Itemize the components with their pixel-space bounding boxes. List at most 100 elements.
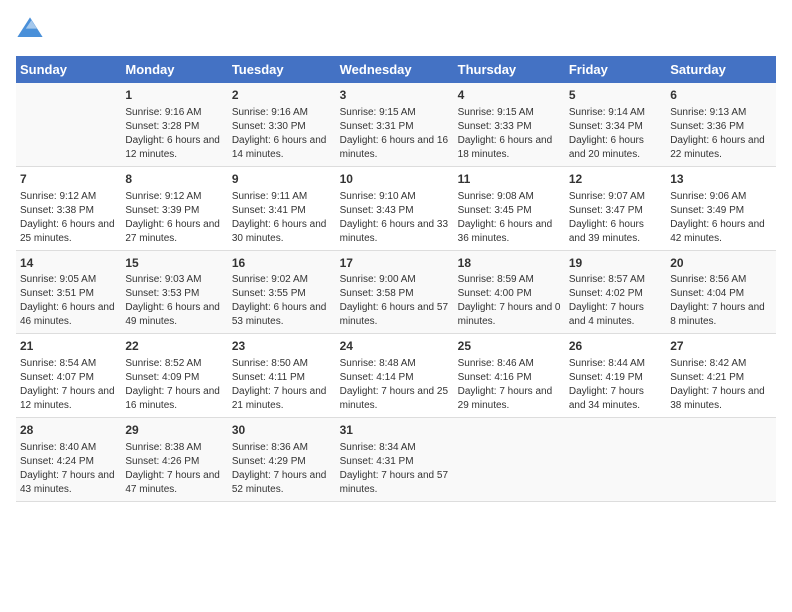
calendar-cell: 20Sunrise: 8:56 AMSunset: 4:04 PMDayligh… — [666, 250, 776, 334]
day-number: 18 — [458, 255, 561, 272]
weekday-header: Thursday — [454, 56, 565, 83]
weekday-header: Sunday — [16, 56, 121, 83]
calendar-cell: 13 Sunrise: 9:06 AMSunset: 3:49 PMDayligh… — [666, 166, 776, 250]
day-info: Sunrise: 9:12 AMSunset: 3:38 PMDaylight:… — [20, 190, 117, 246]
day-info: Sunrise: 9:12 AMSunset: 3:39 PMDaylight:… — [125, 190, 223, 246]
day-number: 2 — [232, 87, 332, 104]
day-info: Sunrise: 9:15 AMSunset: 3:31 PMDaylight:… — [340, 106, 450, 162]
day-info: Sunrise: 9:15 AMSunset: 3:33 PMDaylight:… — [458, 106, 561, 162]
calendar-week-row: 7 Sunrise: 9:12 AMSunset: 3:38 PMDaylight… — [16, 166, 776, 250]
day-number: 30 — [232, 422, 332, 439]
calendar-cell: 25 Sunrise: 8:46 AMSunset: 4:16 PMDayligh… — [454, 334, 565, 418]
calendar-cell: 12 Sunrise: 9:07 AMSunset: 3:47 PMDayligh… — [565, 166, 666, 250]
day-number: 4 — [458, 87, 561, 104]
logo-icon — [16, 16, 44, 44]
calendar-cell: 16Sunrise: 9:02 AMSunset: 3:55 PMDayligh… — [228, 250, 336, 334]
calendar-table: SundayMondayTuesdayWednesdayThursdayFrid… — [16, 56, 776, 502]
calendar-cell: 24 Sunrise: 8:48 AMSunset: 4:14 PMDayligh… — [336, 334, 454, 418]
calendar-cell: 9 Sunrise: 9:11 AMSunset: 3:41 PMDaylight… — [228, 166, 336, 250]
day-info: Sunrise: 8:44 AMSunset: 4:19 PMDaylight:… — [569, 357, 662, 413]
weekday-header: Tuesday — [228, 56, 336, 83]
calendar-header-row: SundayMondayTuesdayWednesdayThursdayFrid… — [16, 56, 776, 83]
day-number: 17 — [340, 255, 450, 272]
day-number: 7 — [20, 171, 117, 188]
day-number: 8 — [125, 171, 223, 188]
calendar-cell: 1 Sunrise: 9:16 AMSunset: 3:28 PMDaylight… — [121, 83, 227, 166]
weekday-header: Wednesday — [336, 56, 454, 83]
day-info: Sunrise: 8:57 AMSunset: 4:02 PMDaylight:… — [569, 273, 662, 329]
day-info: Sunrise: 9:00 AMSunset: 3:58 PMDaylight:… — [340, 273, 450, 329]
calendar-cell: 4 Sunrise: 9:15 AMSunset: 3:33 PMDaylight… — [454, 83, 565, 166]
day-number: 5 — [569, 87, 662, 104]
day-number: 6 — [670, 87, 772, 104]
day-info: Sunrise: 9:11 AMSunset: 3:41 PMDaylight:… — [232, 190, 332, 246]
day-number: 27 — [670, 338, 772, 355]
day-info: Sunrise: 9:10 AMSunset: 3:43 PMDaylight:… — [340, 190, 450, 246]
day-number: 20 — [670, 255, 772, 272]
day-number: 9 — [232, 171, 332, 188]
day-info: Sunrise: 9:16 AMSunset: 3:28 PMDaylight:… — [125, 106, 223, 162]
day-info: Sunrise: 9:13 AMSunset: 3:36 PMDaylight:… — [670, 106, 772, 162]
calendar-week-row: 28Sunrise: 8:40 AMSunset: 4:24 PMDayligh… — [16, 418, 776, 502]
calendar-cell — [666, 418, 776, 502]
calendar-cell: 6 Sunrise: 9:13 AMSunset: 3:36 PMDaylight… — [666, 83, 776, 166]
day-info: Sunrise: 8:42 AMSunset: 4:21 PMDaylight:… — [670, 357, 772, 413]
day-info: Sunrise: 8:50 AMSunset: 4:11 PMDaylight:… — [232, 357, 332, 413]
day-number: 1 — [125, 87, 223, 104]
calendar-cell: 23Sunrise: 8:50 AMSunset: 4:11 PMDayligh… — [228, 334, 336, 418]
calendar-cell — [16, 83, 121, 166]
day-number: 15 — [125, 255, 223, 272]
day-number: 21 — [20, 338, 117, 355]
day-info: Sunrise: 8:59 AMSunset: 4:00 PMDaylight:… — [458, 273, 561, 329]
weekday-header: Monday — [121, 56, 227, 83]
calendar-cell: 26 Sunrise: 8:44 AMSunset: 4:19 PMDayligh… — [565, 334, 666, 418]
calendar-cell: 22 Sunrise: 8:52 AMSunset: 4:09 PMDayligh… — [121, 334, 227, 418]
day-info: Sunrise: 9:03 AMSunset: 3:53 PMDaylight:… — [125, 273, 223, 329]
calendar-cell: 8 Sunrise: 9:12 AMSunset: 3:39 PMDaylight… — [121, 166, 227, 250]
day-number: 24 — [340, 338, 450, 355]
calendar-cell: 14Sunrise: 9:05 AMSunset: 3:51 PMDayligh… — [16, 250, 121, 334]
day-number: 19 — [569, 255, 662, 272]
calendar-cell: 30 Sunrise: 8:36 AMSunset: 4:29 PMDayligh… — [228, 418, 336, 502]
calendar-cell: 7 Sunrise: 9:12 AMSunset: 3:38 PMDaylight… — [16, 166, 121, 250]
day-number: 11 — [458, 171, 561, 188]
weekday-header: Friday — [565, 56, 666, 83]
day-number: 10 — [340, 171, 450, 188]
day-info: Sunrise: 8:34 AMSunset: 4:31 PMDaylight:… — [340, 441, 450, 497]
logo — [16, 16, 50, 44]
day-info: Sunrise: 8:48 AMSunset: 4:14 PMDaylight:… — [340, 357, 450, 413]
day-info: Sunrise: 9:02 AMSunset: 3:55 PMDaylight:… — [232, 273, 332, 329]
calendar-cell: 28Sunrise: 8:40 AMSunset: 4:24 PMDayligh… — [16, 418, 121, 502]
day-info: Sunrise: 8:36 AMSunset: 4:29 PMDaylight:… — [232, 441, 332, 497]
day-info: Sunrise: 9:07 AMSunset: 3:47 PMDaylight:… — [569, 190, 662, 246]
day-number: 13 — [670, 171, 772, 188]
day-info: Sunrise: 8:52 AMSunset: 4:09 PMDaylight:… — [125, 357, 223, 413]
day-info: Sunrise: 8:38 AMSunset: 4:26 PMDaylight:… — [125, 441, 223, 497]
day-info: Sunrise: 8:46 AMSunset: 4:16 PMDaylight:… — [458, 357, 561, 413]
day-number: 16 — [232, 255, 332, 272]
day-info: Sunrise: 9:05 AMSunset: 3:51 PMDaylight:… — [20, 273, 117, 329]
calendar-cell: 3Sunrise: 9:15 AMSunset: 3:31 PMDaylight… — [336, 83, 454, 166]
calendar-cell: 11Sunrise: 9:08 AMSunset: 3:45 PMDayligh… — [454, 166, 565, 250]
calendar-week-row: 14Sunrise: 9:05 AMSunset: 3:51 PMDayligh… — [16, 250, 776, 334]
day-number: 12 — [569, 171, 662, 188]
calendar-cell: 2 Sunrise: 9:16 AMSunset: 3:30 PMDaylight… — [228, 83, 336, 166]
calendar-week-row: 1 Sunrise: 9:16 AMSunset: 3:28 PMDaylight… — [16, 83, 776, 166]
page-header — [16, 16, 776, 44]
calendar-cell: 17Sunrise: 9:00 AMSunset: 3:58 PMDayligh… — [336, 250, 454, 334]
day-number: 22 — [125, 338, 223, 355]
day-info: Sunrise: 8:54 AMSunset: 4:07 PMDaylight:… — [20, 357, 117, 413]
calendar-week-row: 21 Sunrise: 8:54 AMSunset: 4:07 PMDayligh… — [16, 334, 776, 418]
day-info: Sunrise: 9:14 AMSunset: 3:34 PMDaylight:… — [569, 106, 662, 162]
day-number: 29 — [125, 422, 223, 439]
calendar-cell — [454, 418, 565, 502]
calendar-cell: 31Sunrise: 8:34 AMSunset: 4:31 PMDayligh… — [336, 418, 454, 502]
day-number: 26 — [569, 338, 662, 355]
day-info: Sunrise: 9:16 AMSunset: 3:30 PMDaylight:… — [232, 106, 332, 162]
calendar-cell: 29 Sunrise: 8:38 AMSunset: 4:26 PMDayligh… — [121, 418, 227, 502]
calendar-cell: 27 Sunrise: 8:42 AMSunset: 4:21 PMDayligh… — [666, 334, 776, 418]
day-info: Sunrise: 9:06 AMSunset: 3:49 PMDaylight:… — [670, 190, 772, 246]
day-info: Sunrise: 8:56 AMSunset: 4:04 PMDaylight:… — [670, 273, 772, 329]
day-number: 28 — [20, 422, 117, 439]
day-number: 25 — [458, 338, 561, 355]
